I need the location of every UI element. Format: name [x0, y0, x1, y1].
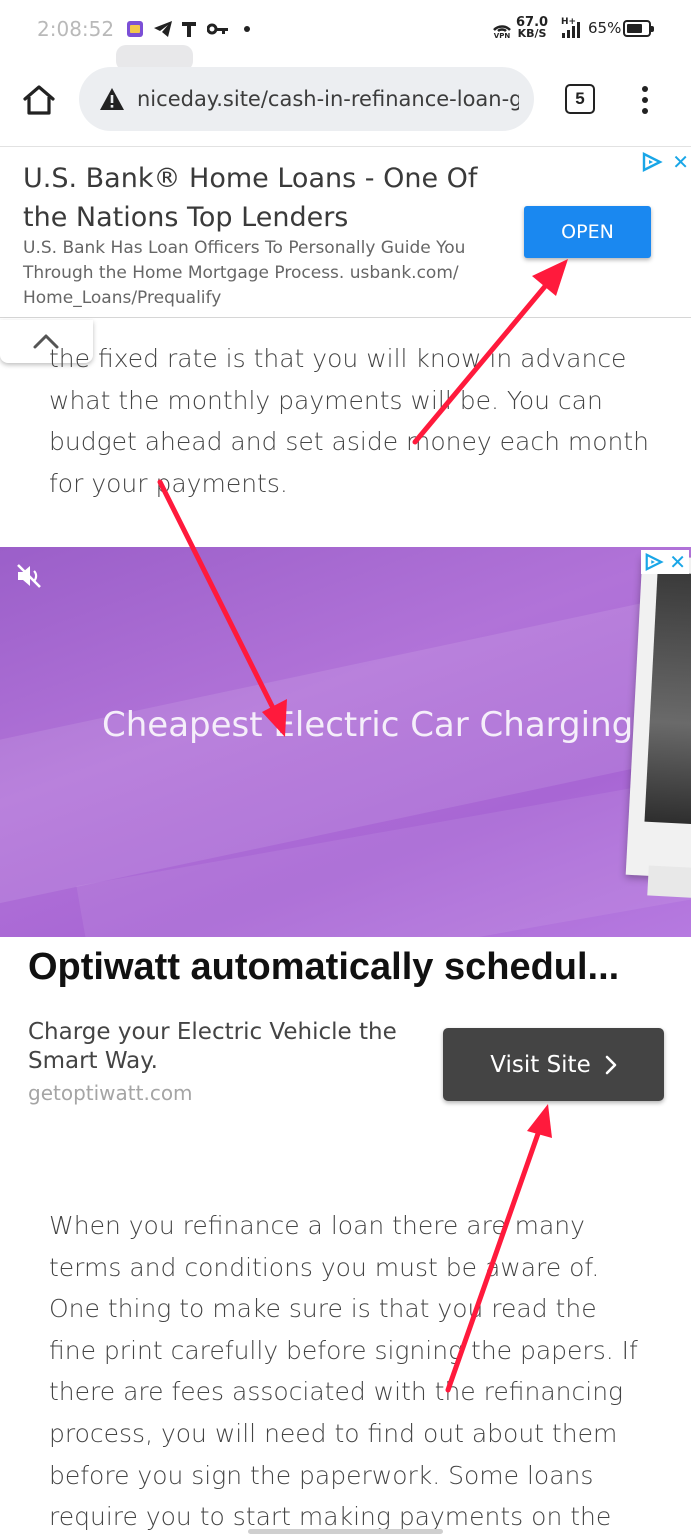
battery-percentage: 65% [588, 19, 622, 37]
key-icon [207, 19, 229, 39]
t-icon [180, 19, 198, 39]
chevron-right-icon [605, 1055, 617, 1074]
close-video-ad-icon[interactable]: ✕ [669, 552, 686, 572]
address-bar[interactable]: niceday.site/cash-in-refinance-loan-ge [79, 67, 534, 131]
top-ad-banner[interactable]: U.S. Bank® Home Loans - One Of the Natio… [0, 146, 691, 318]
video-adchoices-control[interactable]: ✕ [641, 550, 689, 574]
gesture-bar [248, 1529, 443, 1534]
battery-icon [623, 20, 654, 37]
not-secure-warning-icon[interactable] [99, 87, 125, 111]
status-time: 2:08:52 [37, 17, 115, 41]
article-paragraph-1: the fixed rate is that you will know in … [49, 344, 650, 498]
photo-card-edge [647, 865, 691, 899]
mute-icon[interactable] [14, 561, 44, 591]
ad-description[interactable]: U.S. Bank Has Loan Officers To Personall… [23, 236, 503, 311]
close-ad-icon[interactable]: ✕ [672, 152, 689, 172]
status-bar: 2:08:52 VPN 67.0 KB/S H+ 65% [0, 0, 691, 58]
tab-switcher-button[interactable]: 5 [565, 84, 595, 114]
url-text[interactable]: niceday.site/cash-in-refinance-loan-ge [137, 87, 519, 111]
app-icon [126, 19, 144, 39]
signal-icon: H+ [560, 18, 582, 40]
ad-subtext[interactable]: Charge your Electric Vehicle the Smart W… [28, 1018, 428, 1076]
overflow-menu-button[interactable] [636, 84, 654, 116]
video-ad[interactable]: Cheapest Electric Car Charging ✕ [0, 547, 691, 937]
telegram-icon [153, 19, 173, 39]
ad-title[interactable]: U.S. Bank® Home Loans - One Of the Natio… [23, 159, 503, 237]
home-button[interactable] [22, 84, 56, 116]
visit-site-button[interactable]: Visit Site [443, 1028, 664, 1101]
adchoices-icon[interactable] [641, 152, 663, 172]
article-paragraph-2: When you refinance a loan there are many… [49, 1211, 638, 1532]
network-speed: 67.0 KB/S [516, 16, 548, 40]
adchoices-icon[interactable] [644, 552, 664, 572]
ad-open-button[interactable]: OPEN [524, 206, 651, 258]
dot-icon [243, 19, 251, 39]
visit-site-label: Visit Site [490, 1051, 591, 1078]
video-caption: Cheapest Electric Car Charging [102, 705, 634, 745]
home-icon [23, 85, 55, 115]
vpn-label: VPN [493, 32, 511, 40]
network-speed-unit: KB/S [517, 27, 547, 40]
ad-headline[interactable]: Optiwatt automatically schedul... [28, 946, 668, 989]
vpn-wifi-icon: VPN [492, 20, 512, 40]
ad-domain[interactable]: getoptiwatt.com [28, 1081, 193, 1105]
adchoices-control[interactable]: ✕ [641, 150, 689, 174]
